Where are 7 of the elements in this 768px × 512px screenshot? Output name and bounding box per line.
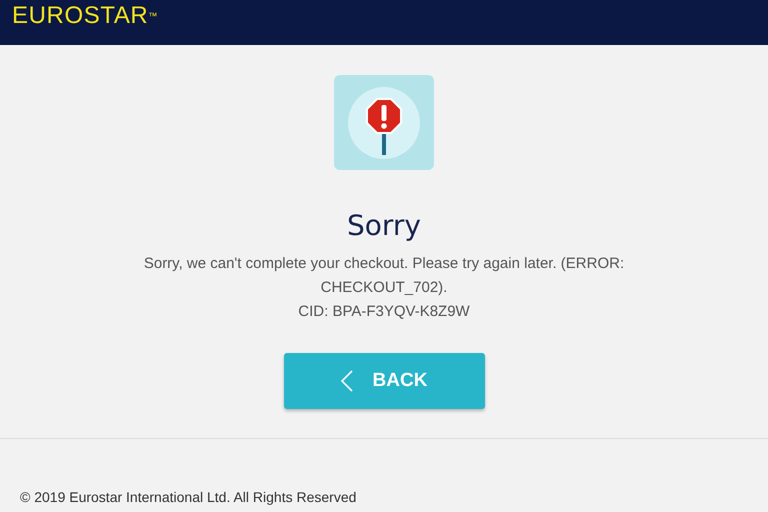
copyright-text: © 2019 Eurostar International Ltd. All Rights Reserved xyxy=(20,488,358,507)
chevron-left-icon xyxy=(340,370,353,392)
error-message: Sorry, we can't complete your checkout. Please try again later. (ERROR: CHECKOUT_702). xyxy=(142,254,626,298)
warning-sign-icon xyxy=(334,75,434,170)
cid-text: CID: BPA-F3YQV-K8Z9W xyxy=(298,302,470,322)
logo[interactable]: EUROSTAR$^{™}$ xyxy=(12,6,158,26)
error-title: Sorry xyxy=(346,210,421,242)
